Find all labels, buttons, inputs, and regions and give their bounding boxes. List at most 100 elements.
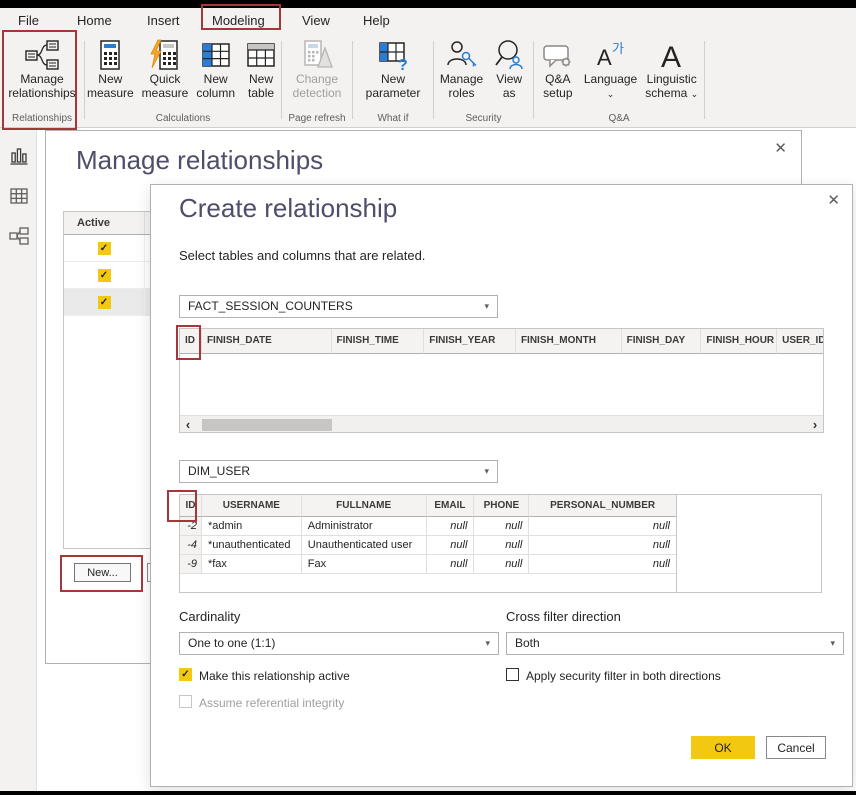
security-filter-checkbox[interactable] xyxy=(506,668,519,681)
active-checkbox[interactable]: ✓ xyxy=(98,269,111,282)
active-checkbox[interactable]: ✓ xyxy=(98,296,111,309)
scroll-left-icon[interactable]: ‹ xyxy=(180,417,196,433)
linguistic-schema-button[interactable]: A Linguisticschema ⌄ xyxy=(641,33,702,100)
column-header[interactable]: FINISH_YEAR xyxy=(424,329,516,354)
model-view-icon[interactable] xyxy=(8,225,30,247)
ribbon-group-separator xyxy=(704,41,705,119)
table-row: -2 *admin Administrator null null null xyxy=(180,517,676,536)
quick-measure-button[interactable]: Quickmeasure xyxy=(138,33,193,100)
column-header[interactable]: FINISH_DAY xyxy=(622,329,702,354)
chevron-down-icon: ⌄ xyxy=(607,89,615,99)
active-checkbox[interactable]: ✓ xyxy=(98,242,111,255)
btn-label-line: New xyxy=(381,72,405,86)
scroll-right-icon[interactable]: › xyxy=(807,417,823,433)
btn-label-line: parameter xyxy=(366,86,421,100)
menu-file[interactable]: File xyxy=(18,8,39,33)
change-detection-button: Changedetection xyxy=(289,33,346,100)
data-view-icon[interactable] xyxy=(8,185,30,207)
ribbon-group-what-if: ? Newparameter What if xyxy=(353,33,433,127)
quick-measure-icon xyxy=(147,38,183,72)
ok-button[interactable]: OK xyxy=(691,736,755,759)
manage-relationships-button[interactable]: Managerelationships xyxy=(4,33,79,100)
column-header[interactable]: ID xyxy=(180,495,202,517)
view-as-icon xyxy=(491,38,527,72)
cell-username: *fax xyxy=(202,555,302,573)
referential-integrity-label: Assume referential integrity xyxy=(199,696,344,710)
report-view-icon[interactable] xyxy=(8,145,30,167)
column-header[interactable]: ID xyxy=(180,329,202,354)
column-header[interactable]: PERSONAL_NUMBER xyxy=(529,495,676,517)
svg-text:?: ? xyxy=(398,57,408,72)
btn-label-line: measure xyxy=(142,86,189,100)
security-filter-label[interactable]: Apply security filter in both directions xyxy=(526,669,721,683)
manage-relationships-title: Manage relationships xyxy=(76,145,323,176)
caret-down-icon: ▾ xyxy=(484,296,489,317)
column-header[interactable]: EMAIL xyxy=(427,495,475,517)
create-relationship-title: Create relationship xyxy=(179,193,397,224)
manage-roles-icon xyxy=(444,38,480,72)
column-header[interactable]: FINISH_MONTH xyxy=(516,329,622,354)
menu-insert[interactable]: Insert xyxy=(147,8,180,33)
view-as-button[interactable]: Viewas xyxy=(487,33,531,100)
new-column-button[interactable]: Newcolumn xyxy=(192,33,239,100)
btn-label-line: detection xyxy=(293,86,342,100)
column-header[interactable]: FULLNAME xyxy=(302,495,427,517)
dim-table-preview: ID USERNAME FULLNAME EMAIL PHONE PERSONA… xyxy=(179,494,822,593)
menu-help[interactable]: Help xyxy=(363,8,390,33)
column-header[interactable]: FINISH_TIME xyxy=(332,329,425,354)
scrollbar-thumb[interactable] xyxy=(202,419,332,431)
cell-phone: null xyxy=(474,517,529,535)
menu-view[interactable]: View xyxy=(302,8,330,33)
cell-email: null xyxy=(427,536,475,554)
new-parameter-button[interactable]: ? Newparameter xyxy=(362,33,425,100)
table1-select[interactable]: FACT_SESSION_COUNTERS ▾ xyxy=(179,295,498,318)
btn-label-line: Linguistic xyxy=(647,72,697,86)
btn-label-line: New xyxy=(249,72,273,86)
menu-home[interactable]: Home xyxy=(77,8,112,33)
cell-personal-number: null xyxy=(529,517,676,535)
make-active-checkbox[interactable]: ✓ xyxy=(179,668,192,681)
btn-label-line: measure xyxy=(87,86,134,100)
column-header[interactable]: FINISH_DATE xyxy=(202,329,332,354)
active-column-header[interactable]: Active xyxy=(64,212,145,234)
column-header[interactable]: USER_ID xyxy=(777,329,823,354)
btn-label-line: column xyxy=(196,86,235,100)
ribbon-group-page-refresh: Changedetection Page refresh xyxy=(282,33,352,127)
btn-label-line: Language xyxy=(584,72,637,86)
fact-table-body xyxy=(180,354,823,415)
create-relationship-dialog: ✕ Create relationship Select tables and … xyxy=(150,184,853,787)
referential-integrity-checkbox xyxy=(179,695,192,708)
cancel-button[interactable]: Cancel xyxy=(766,736,826,759)
menubar: File Home Insert Modeling View Help xyxy=(0,8,856,33)
make-active-label[interactable]: Make this relationship active xyxy=(199,669,350,683)
cell-personal-number: null xyxy=(529,536,676,554)
close-icon[interactable]: ✕ xyxy=(827,191,840,209)
new-measure-button[interactable]: Newmeasure xyxy=(83,33,138,100)
manage-roles-button[interactable]: Manageroles xyxy=(436,33,487,100)
menu-modeling[interactable]: Modeling xyxy=(212,8,265,33)
svg-text:A: A xyxy=(661,41,681,72)
table-row: -4 *unauthenticated Unauthenticated user… xyxy=(180,536,676,555)
dim-table-data: ID USERNAME FULLNAME EMAIL PHONE PERSONA… xyxy=(180,495,677,592)
close-icon[interactable]: ✕ xyxy=(774,139,787,157)
horizontal-scrollbar: ‹ › xyxy=(180,415,823,433)
cross-filter-select[interactable]: Both ▾ xyxy=(506,632,844,655)
svg-text:A: A xyxy=(597,45,612,70)
new-relationship-button[interactable]: New... xyxy=(74,563,131,582)
new-table-button[interactable]: Newtable xyxy=(239,33,283,100)
qa-setup-button[interactable]: Q&Asetup xyxy=(536,33,580,100)
language-button[interactable]: A 가 Language⌄ xyxy=(580,33,641,100)
cell-id: -2 xyxy=(180,517,202,535)
btn-label-line: Manage xyxy=(440,72,483,86)
btn-label-line: as xyxy=(503,86,516,100)
column-header[interactable]: USERNAME xyxy=(202,495,302,517)
cardinality-label: Cardinality xyxy=(179,609,240,624)
scrollbar-track[interactable] xyxy=(196,416,807,434)
cardinality-select[interactable]: One to one (1:1) ▾ xyxy=(179,632,499,655)
column-header[interactable]: FINISH_HOUR xyxy=(701,329,777,354)
table2-select[interactable]: DIM_USER ▾ xyxy=(179,460,498,483)
cross-filter-label: Cross filter direction xyxy=(506,609,621,624)
btn-label-line: New xyxy=(98,72,122,86)
cell-username: *unauthenticated xyxy=(202,536,302,554)
column-header[interactable]: PHONE xyxy=(474,495,529,517)
